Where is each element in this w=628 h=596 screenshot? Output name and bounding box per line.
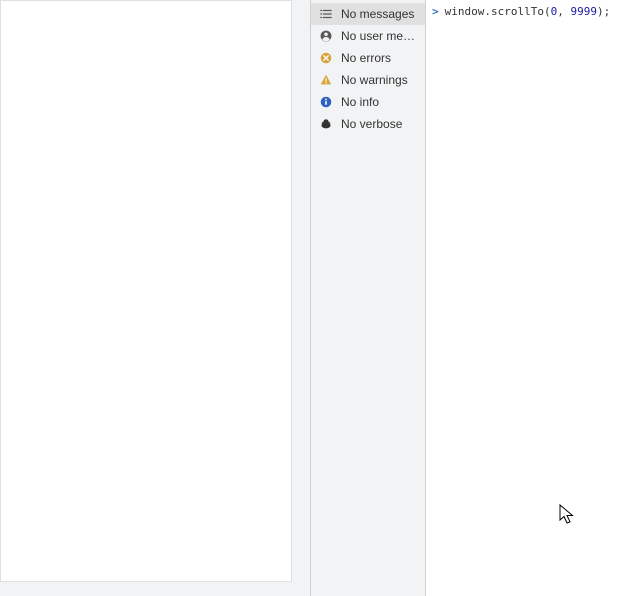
filter-label: No errors (341, 51, 391, 65)
filter-warnings[interactable]: No warnings (311, 69, 425, 91)
filter-label: No info (341, 95, 379, 109)
console-panel[interactable]: > window.scrollTo(0, 9999); (425, 0, 628, 596)
console-input-line[interactable]: > window.scrollTo(0, 9999); (426, 4, 628, 19)
filter-user-messages[interactable]: No user me… (311, 25, 425, 47)
filter-errors[interactable]: No errors (311, 47, 425, 69)
filter-label: No verbose (341, 117, 402, 131)
user-icon (318, 28, 334, 44)
page-content-card (0, 0, 292, 582)
info-icon (318, 94, 334, 110)
filter-messages[interactable]: No messages (311, 3, 425, 25)
filter-label: No user me… (341, 29, 415, 43)
filter-info[interactable]: No info (311, 91, 425, 113)
filter-label: No warnings (341, 73, 408, 87)
prompt-chevron-icon: > (432, 5, 439, 18)
messages-icon (318, 6, 334, 22)
page-content-area (0, 0, 310, 596)
verbose-icon (318, 116, 334, 132)
console-code: window.scrollTo(0, 9999); (445, 5, 611, 18)
warning-icon (318, 72, 334, 88)
filter-verbose[interactable]: No verbose (311, 113, 425, 135)
filter-label: No messages (341, 7, 414, 21)
error-icon (318, 50, 334, 66)
console-filter-sidebar: No messages No user me… No errors (310, 0, 425, 596)
